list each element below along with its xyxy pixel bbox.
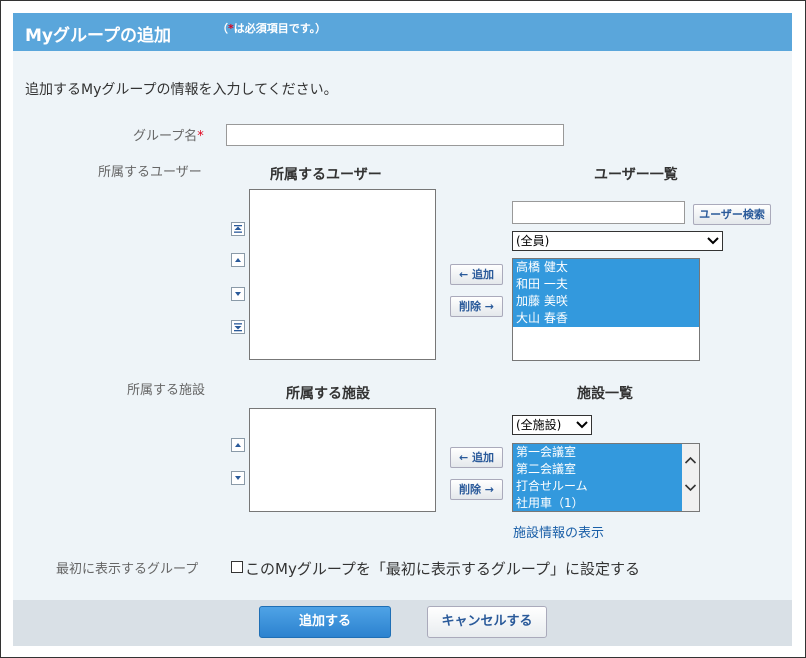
dialog-footer: 追加する キャンセルする — [13, 600, 792, 646]
add-user-button[interactable]: ← 追加 — [450, 264, 503, 285]
group-name-label-text: グループ名 — [133, 129, 198, 144]
move-top-icon — [234, 225, 242, 233]
facility-option[interactable]: 社用車（1） — [513, 495, 682, 511]
member-facilities-listbox[interactable] — [249, 408, 436, 512]
facility-move-up-button[interactable] — [231, 438, 245, 452]
user-list-header: ユーザー一覧 — [594, 167, 678, 183]
facility-option[interactable]: 打合せルーム — [513, 478, 682, 495]
facility-filter-value: (全施設) — [516, 418, 562, 432]
user-search-input[interactable] — [512, 201, 685, 224]
remove-user-button[interactable]: 削除 → — [450, 296, 503, 317]
intro-text: 追加するMyグループの情報を入力してください。 — [25, 82, 338, 98]
move-bottom-button[interactable] — [231, 320, 245, 334]
facility-list-scrollbar[interactable] — [682, 444, 699, 511]
submit-button[interactable]: 追加する — [259, 606, 391, 638]
scroll-arrows-icon — [684, 456, 697, 492]
chevron-down-icon — [576, 421, 588, 429]
user-option[interactable]: 大山 春香 — [513, 310, 699, 327]
user-option[interactable]: 和田 一夫 — [513, 276, 699, 293]
user-option[interactable]: 加藤 美咲 — [513, 293, 699, 310]
dialog-header: Myグループの追加 （*は必須項目です。） — [13, 13, 792, 51]
facilities-section-label: 所属する施設 — [127, 383, 206, 398]
default-group-checkbox-label[interactable]: このMyグループを「最初に表示するグループ」に設定する — [245, 558, 640, 579]
move-down-button[interactable] — [231, 287, 245, 301]
facility-option[interactable]: 第一会議室 — [513, 444, 682, 461]
members-facilities-header: 所属する施設 — [286, 386, 370, 402]
users-section-label: 所属するユーザー — [98, 165, 202, 180]
required-note-text: は必須項目です。） — [233, 22, 327, 35]
add-facility-button[interactable]: ← 追加 — [450, 447, 503, 468]
move-down-icon — [235, 476, 241, 480]
facility-move-down-button[interactable] — [231, 471, 245, 485]
user-filter-select[interactable]: (全員) — [512, 231, 723, 251]
members-users-header: 所属するユーザー — [270, 167, 382, 183]
default-group-label: 最初に表示するグループ — [56, 562, 199, 577]
facility-option[interactable]: 第二会議室 — [513, 461, 682, 478]
page-title: Myグループの追加 — [25, 26, 171, 46]
facility-list-listbox[interactable]: 第一会議室 第二会議室 打合せルーム 社用車（1） — [512, 443, 700, 512]
facility-options: 第一会議室 第二会議室 打合せルーム 社用車（1） — [513, 444, 682, 511]
chevron-down-icon — [707, 237, 719, 245]
user-search-button[interactable]: ユーザー検索 — [693, 204, 771, 225]
user-list-listbox[interactable]: 高橋 健太 和田 一夫 加藤 美咲 大山 春香 — [512, 258, 700, 361]
group-name-label: グループ名* — [133, 125, 204, 144]
required-mark: * — [197, 129, 204, 144]
move-up-icon — [235, 443, 241, 447]
move-up-button[interactable] — [231, 253, 245, 267]
move-down-icon — [235, 292, 241, 296]
cancel-button[interactable]: キャンセルする — [427, 606, 547, 638]
move-top-button[interactable] — [231, 222, 245, 236]
facility-filter-select[interactable]: (全施設) — [512, 415, 592, 435]
required-note: （*は必須項目です。） — [217, 20, 326, 36]
move-bottom-icon — [234, 323, 242, 332]
group-name-input[interactable] — [226, 124, 564, 146]
move-up-icon — [235, 258, 241, 262]
member-users-listbox[interactable] — [249, 189, 436, 360]
dialog-frame: Myグループの追加 （*は必須項目です。） 追加するMyグループの情報を入力して… — [0, 0, 806, 658]
facility-list-header: 施設一覧 — [577, 386, 633, 402]
remove-facility-button[interactable]: 削除 → — [450, 479, 503, 500]
default-group-checkbox[interactable] — [231, 561, 243, 573]
user-filter-value: (全員) — [516, 234, 550, 248]
dialog-panel: Myグループの追加 （*は必須項目です。） 追加するMyグループの情報を入力して… — [13, 13, 792, 646]
user-option[interactable]: 高橋 健太 — [513, 259, 699, 276]
required-note-open: （ — [217, 22, 228, 35]
facility-info-link[interactable]: 施設情報の表示 — [513, 522, 604, 541]
